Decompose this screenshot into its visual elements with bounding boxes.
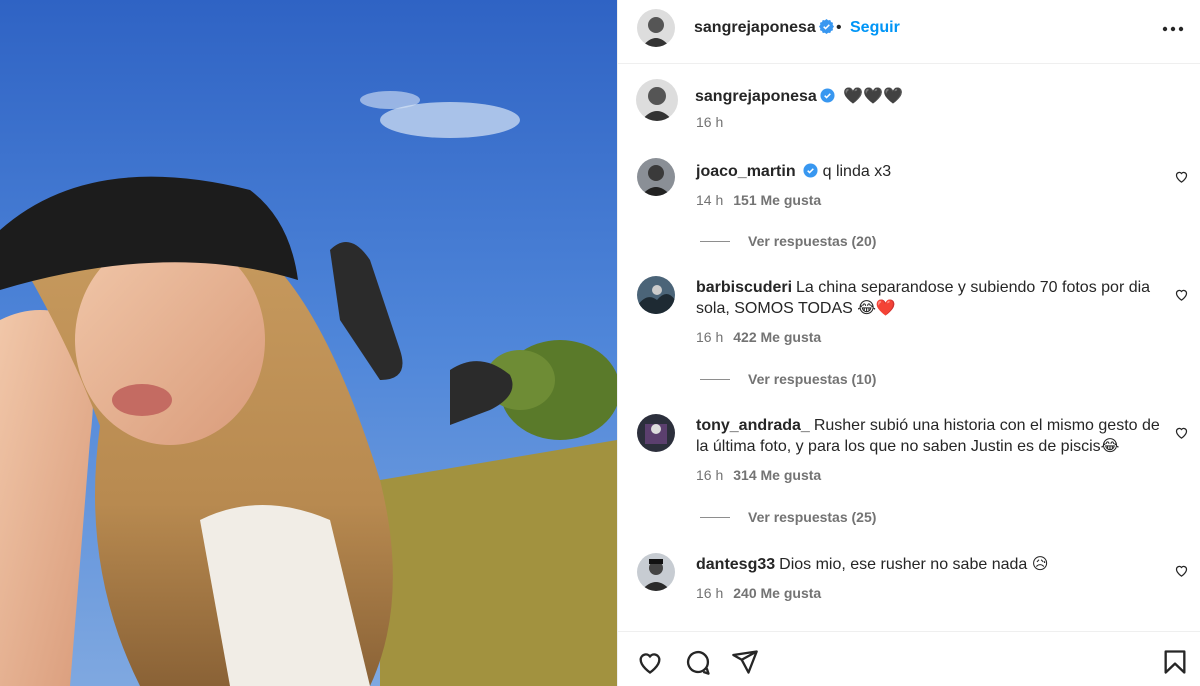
caption-author-avatar[interactable] xyxy=(636,79,678,121)
comment-text: Dios mio, ese rusher no sabe nada 😥 xyxy=(779,556,1049,573)
comment-bubble-icon xyxy=(686,651,710,675)
comment-button[interactable] xyxy=(684,648,712,676)
comment-time: 16 h xyxy=(696,329,724,345)
verified-badge-icon xyxy=(803,163,818,178)
comment-meta: 16 h 314 Me gusta xyxy=(696,467,821,483)
comment-likes[interactable]: 314 Me gusta xyxy=(733,467,821,483)
caption-time: 16 h xyxy=(696,114,724,130)
view-replies-link[interactable]: Ver respuestas (20) xyxy=(700,233,876,249)
verified-badge-icon xyxy=(818,19,834,34)
author-avatar[interactable] xyxy=(637,9,675,47)
follow-button[interactable]: Seguir xyxy=(850,19,900,37)
heart-icon[interactable] xyxy=(1174,425,1189,440)
heart-icon xyxy=(639,653,661,674)
comment-time: 16 h xyxy=(696,585,724,601)
heart-icon[interactable] xyxy=(1174,563,1189,578)
heart-icon[interactable] xyxy=(1174,169,1189,184)
heart-icon[interactable] xyxy=(1174,287,1189,302)
replies-divider xyxy=(700,241,730,242)
comment-likes[interactable]: 422 Me gusta xyxy=(733,329,821,345)
commenter-avatar[interactable] xyxy=(637,276,675,314)
comment-likes[interactable]: 151 Me gusta xyxy=(733,192,821,208)
commenter-avatar[interactable] xyxy=(637,414,675,452)
caption: sangrejaponesa 🖤🖤🖤 xyxy=(695,86,903,106)
separator-dot: • xyxy=(836,19,842,36)
bookmark-icon xyxy=(1164,650,1186,674)
comment-text: q linda x3 xyxy=(822,163,892,180)
post-action-bar xyxy=(618,631,1200,686)
verified-badge-icon xyxy=(820,88,835,103)
like-button[interactable] xyxy=(636,648,664,676)
comment-username[interactable]: joaco_martin xyxy=(696,163,796,180)
caption-username[interactable]: sangrejaponesa xyxy=(695,88,817,105)
comment-meta: 14 h 151 Me gusta xyxy=(696,192,821,208)
paper-plane-icon xyxy=(732,650,758,674)
comment-meta: 16 h 240 Me gusta xyxy=(696,585,821,601)
post-sidebar: sangrejaponesa • Seguir sangrejaponesa 🖤… xyxy=(617,0,1200,686)
comment-time: 14 h xyxy=(696,192,724,208)
more-horizontal-icon[interactable] xyxy=(1162,26,1184,32)
comment-meta: 16 h 422 Me gusta xyxy=(696,329,821,345)
post-header: sangrejaponesa • Seguir xyxy=(618,0,1200,64)
view-replies-link[interactable]: Ver respuestas (10) xyxy=(700,371,876,387)
comment-username[interactable]: dantesg33 xyxy=(696,556,775,573)
replies-divider xyxy=(700,379,730,380)
replies-divider xyxy=(700,517,730,518)
comment-username[interactable]: barbiscuderi xyxy=(696,279,792,296)
view-replies-link[interactable]: Ver respuestas (25) xyxy=(700,509,876,525)
caption-text: 🖤🖤🖤 xyxy=(843,88,904,105)
share-button[interactable] xyxy=(731,648,759,676)
commenter-avatar[interactable] xyxy=(637,158,675,196)
save-button[interactable] xyxy=(1161,648,1189,676)
comment-time: 16 h xyxy=(696,467,724,483)
comment-likes[interactable]: 240 Me gusta xyxy=(733,585,821,601)
comment-username[interactable]: tony_andrada_ xyxy=(696,417,810,434)
commenter-avatar[interactable] xyxy=(637,553,675,591)
post-image[interactable] xyxy=(0,0,617,686)
author-username[interactable]: sangrejaponesa xyxy=(694,19,834,37)
